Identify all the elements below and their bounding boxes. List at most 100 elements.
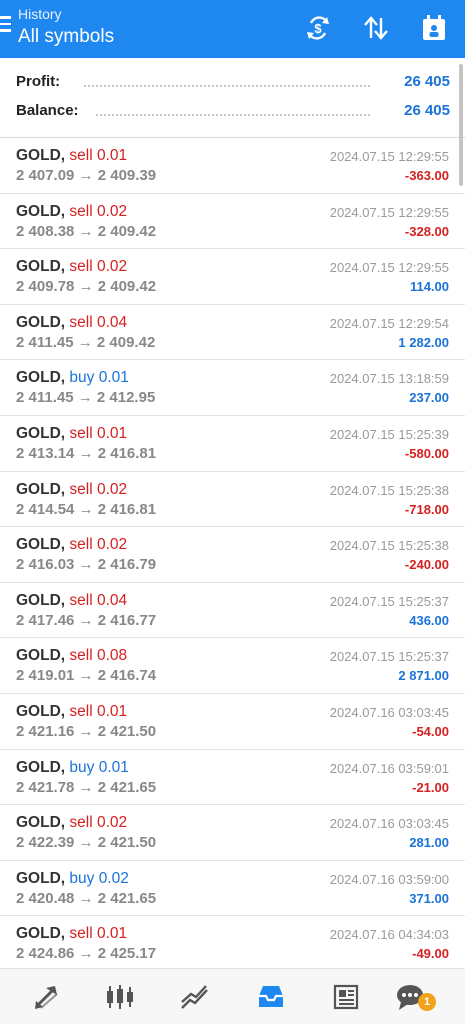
trade-side-volume: sell 0.02 <box>69 814 128 832</box>
trade-row[interactable]: GOLD, sell 0.02 2 408.38 → 2 409.42 2024.0… <box>0 194 465 250</box>
calendar-icon[interactable] <box>416 10 452 46</box>
trade-row[interactable]: GOLD, sell 0.08 2 419.01 → 2 416.74 2024.0… <box>0 638 465 694</box>
trade-symbol: GOLD, sell 0.04 <box>16 592 127 610</box>
menu-icon[interactable] <box>0 16 12 34</box>
chat-icon[interactable]: 1 <box>390 979 436 1015</box>
trade-symbol: GOLD, buy 0.02 <box>16 870 129 888</box>
trade-time: 2024.07.15 15:25:37 <box>329 593 449 609</box>
balance-label: Balance: <box>16 102 85 119</box>
trade-icon[interactable] <box>175 979 215 1015</box>
trade-row[interactable]: GOLD, sell 0.01 2 424.86 → 2 425.17 2024.0… <box>0 916 465 972</box>
trade-time: 2024.07.15 15:25:38 <box>329 538 449 554</box>
trade-prices: 2 421.78 → 2 421.65 <box>16 778 157 796</box>
trade-profit: -580.00 <box>404 445 449 461</box>
trade-side-volume: buy 0.01 <box>69 758 129 776</box>
trade-row[interactable]: GOLD, sell 0.04 2 411.45 → 2 409.42 2024.0… <box>0 305 465 361</box>
trade-symbol-name: GOLD, <box>16 424 66 442</box>
trade-profit: 436.00 <box>409 612 449 628</box>
trade-row[interactable]: GOLD, sell 0.02 2 409.78 → 2 409.42 2024.0… <box>0 249 465 305</box>
trade-row[interactable]: GOLD, sell 0.01 2 407.09 → 2 409.39 2024.0… <box>0 138 465 194</box>
trade-profit: -718.00 <box>404 501 449 517</box>
trade-profit: 237.00 <box>409 390 449 406</box>
account-summary: Profit: 26 405 Balance: 26 405 <box>0 58 465 138</box>
balance-row: Balance: 26 405 <box>16 100 450 124</box>
trade-symbol: GOLD, sell 0.02 <box>16 481 127 499</box>
trade-prices: 2 422.39 → 2 421.50 <box>16 834 157 852</box>
trade-side-volume: sell 0.02 <box>69 258 128 276</box>
trade-symbol: GOLD, sell 0.02 <box>16 203 127 221</box>
trade-time: 2024.07.15 15:25:38 <box>329 482 449 498</box>
trade-prices: 2 409.78 → 2 409.42 <box>16 278 157 296</box>
trade-symbol-name: GOLD, <box>16 814 66 832</box>
quotes-icon[interactable] <box>26 979 66 1015</box>
trade-time: 2024.07.15 12:29:54 <box>329 315 449 331</box>
trade-side-volume: sell 0.02 <box>69 536 128 554</box>
trade-symbol: GOLD, sell 0.01 <box>16 425 127 443</box>
trade-row[interactable]: GOLD, sell 0.01 2 413.14 → 2 416.81 2024.0… <box>0 416 465 472</box>
svg-text:$: $ <box>314 21 322 36</box>
trade-time: 2024.07.15 12:29:55 <box>329 204 449 220</box>
profit-row: Profit: 26 405 <box>16 71 450 95</box>
trade-prices: 2 421.16 → 2 421.50 <box>16 722 157 740</box>
history-icon[interactable] <box>251 979 291 1015</box>
trade-symbol: GOLD, buy 0.01 <box>16 369 129 387</box>
trade-prices: 2 416.03 → 2 416.79 <box>16 556 157 574</box>
trade-time: 2024.07.16 03:03:45 <box>329 816 449 832</box>
trade-symbol: GOLD, sell 0.02 <box>16 536 127 554</box>
bottom-navigation: 1 <box>0 968 465 1024</box>
trade-row[interactable]: GOLD, buy 0.01 2 421.78 → 2 421.65 2024.07… <box>0 750 465 806</box>
trade-row[interactable]: GOLD, sell 0.02 2 416.03 → 2 416.79 2024.0… <box>0 527 465 583</box>
trade-profit: 2 871.00 <box>398 668 449 684</box>
trade-symbol-name: GOLD, <box>16 369 66 387</box>
trade-prices: 2 417.46 → 2 416.77 <box>16 611 157 629</box>
trade-prices: 2 424.86 → 2 425.17 <box>16 945 157 963</box>
trade-symbol-name: GOLD, <box>16 313 66 331</box>
trade-time: 2024.07.15 15:25:37 <box>329 649 449 665</box>
trade-row[interactable]: GOLD, buy 0.02 2 420.48 → 2 421.65 2024.07… <box>0 861 465 917</box>
trade-side-volume: sell 0.01 <box>69 147 128 164</box>
trade-symbol-name: GOLD, <box>16 258 66 276</box>
trade-time: 2024.07.15 13:18:59 <box>329 371 449 387</box>
trade-symbol: GOLD, sell 0.02 <box>16 814 127 832</box>
trade-symbol: GOLD, sell 0.01 <box>16 925 127 943</box>
trade-prices: 2 411.45 → 2 409.42 <box>16 333 156 351</box>
trade-row[interactable]: GOLD, sell 0.04 2 417.46 → 2 416.77 2024.0… <box>0 583 465 639</box>
trade-row[interactable]: GOLD, sell 0.02 2 414.54 → 2 416.81 2024.0… <box>0 472 465 528</box>
balance-value: 26 405 <box>404 102 450 119</box>
header-subtitle: History <box>18 6 62 22</box>
trade-side-volume: sell 0.01 <box>69 925 128 943</box>
trade-side-volume: sell 0.01 <box>69 702 128 720</box>
trade-profit: 371.00 <box>409 890 449 906</box>
currency-exchange-icon[interactable]: $ <box>300 10 336 46</box>
app-header: History All symbols $ <box>0 0 465 58</box>
trade-side-volume: sell 0.08 <box>69 647 128 665</box>
chat-badge: 1 <box>418 993 436 1011</box>
trade-profit: -21.00 <box>412 779 449 795</box>
trade-side-volume: sell 0.02 <box>69 480 128 498</box>
trade-profit: -54.00 <box>412 723 449 739</box>
trade-prices: 2 408.38 → 2 409.42 <box>16 222 157 240</box>
trade-time: 2024.07.15 12:29:55 <box>329 260 449 276</box>
trade-profit: 114.00 <box>409 279 449 295</box>
trade-side-volume: buy 0.01 <box>69 369 129 387</box>
trade-side-volume: sell 0.01 <box>69 424 128 442</box>
news-icon[interactable] <box>326 979 366 1015</box>
profit-value: 26 405 <box>404 73 450 90</box>
trade-prices: 2 414.54 → 2 416.81 <box>16 500 157 518</box>
trade-symbol: GOLD, sell 0.01 <box>16 703 127 721</box>
trade-time: 2024.07.15 12:29:55 <box>329 149 449 164</box>
sort-icon[interactable] <box>358 10 394 46</box>
chart-icon[interactable] <box>100 979 140 1015</box>
trade-row[interactable]: GOLD, sell 0.01 2 421.16 → 2 421.50 2024.0… <box>0 694 465 750</box>
trade-row[interactable]: GOLD, sell 0.02 2 422.39 → 2 421.50 2024.0… <box>0 805 465 861</box>
trade-side-volume: buy 0.02 <box>69 869 129 887</box>
profit-label: Profit: <box>16 73 67 90</box>
trade-time: 2024.07.16 03:59:01 <box>329 760 449 776</box>
header-title[interactable]: All symbols <box>18 26 114 48</box>
trade-symbol-name: GOLD, <box>16 202 66 220</box>
trade-symbol-name: GOLD, <box>16 869 66 887</box>
trade-profit: 281.00 <box>409 835 449 851</box>
trade-symbol-name: GOLD, <box>16 647 66 665</box>
dotted-leader <box>96 114 370 116</box>
trade-row[interactable]: GOLD, buy 0.01 2 411.45 → 2 412.95 2024.07… <box>0 360 465 416</box>
